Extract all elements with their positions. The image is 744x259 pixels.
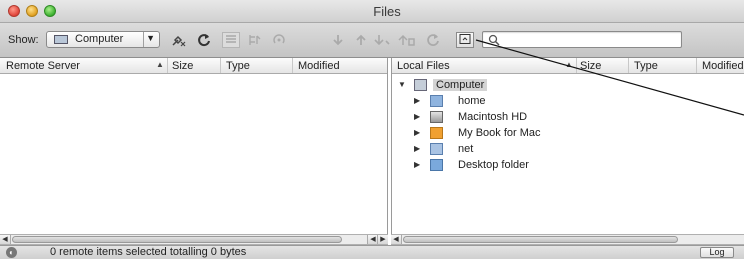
column-modified[interactable]: Modified <box>702 60 744 72</box>
tree-row-my-book[interactable]: ▶ My Book for Mac <box>392 126 744 142</box>
disclosure-closed-icon[interactable]: ▶ <box>414 144 420 153</box>
refresh-icon[interactable] <box>195 32 213 48</box>
sidebar-toggle-icon[interactable] <box>456 32 474 48</box>
remote-column-header: Remote Server ▲ Size Type Modified <box>0 58 387 74</box>
select-divider <box>143 32 144 47</box>
network-drive-icon <box>430 143 443 155</box>
tree-item-label: home <box>458 95 486 107</box>
remote-horizontal-scrollbar[interactable]: ◀ ◀ ▶ <box>0 234 388 245</box>
window-titlebar: Files <box>0 0 744 23</box>
disclosure-closed-icon[interactable]: ▶ <box>414 160 420 169</box>
external-drive-icon <box>430 127 443 139</box>
computer-icon <box>54 35 68 44</box>
tree-item-label: Macintosh HD <box>458 111 528 123</box>
show-label: Show: <box>8 34 39 46</box>
sort-ascending-icon: ▲ <box>156 60 164 69</box>
upload-from-icon[interactable] <box>398 32 416 48</box>
download-icon[interactable] <box>329 32 347 48</box>
local-horizontal-scrollbar[interactable]: ◀ <box>391 234 744 245</box>
tree-item-label: Desktop folder <box>458 159 529 171</box>
disclosure-closed-icon[interactable]: ▶ <box>414 112 420 121</box>
location-select-value: Computer <box>75 33 124 45</box>
search-input[interactable] <box>482 31 682 48</box>
column-local-files[interactable]: Local Files <box>397 60 450 72</box>
tree-item-label: Computer <box>433 79 488 91</box>
column-modified[interactable]: Modified <box>298 60 340 72</box>
local-column-header: Local Files ▲ Size Type Modified <box>392 58 744 74</box>
disclosure-closed-icon[interactable]: ▶ <box>414 128 420 137</box>
status-text: 0 remote items selected totalling 0 byte… <box>50 246 247 258</box>
sync-icon[interactable] <box>424 32 442 48</box>
home-folder-icon <box>430 95 443 107</box>
scroll-thumb[interactable] <box>403 236 678 243</box>
upload-icon[interactable] <box>352 32 370 48</box>
column-remote-server[interactable]: Remote Server <box>6 60 80 72</box>
window-title: Files <box>373 4 401 19</box>
toolbar: Show: Computer ▼ <box>0 23 744 58</box>
remote-file-pane[interactable]: Remote Server ▲ Size Type Modified <box>0 58 388 234</box>
sort-ascending-icon: ▲ <box>565 60 573 69</box>
hard-drive-icon <box>430 111 443 123</box>
chevron-down-icon: ▼ <box>146 33 155 43</box>
activity-icon: ◐ <box>6 247 17 258</box>
scroll-left-arrow-icon[interactable]: ◀ <box>0 235 11 244</box>
scroll-right-arrow-icon[interactable]: ▶ <box>377 235 388 244</box>
tree-row-net[interactable]: ▶ net <box>392 142 744 158</box>
log-button[interactable]: Log <box>700 247 734 258</box>
local-file-pane[interactable]: Local Files ▲ Size Type Modified ▼ Compu… <box>391 58 744 234</box>
column-size[interactable]: Size <box>580 60 601 72</box>
scroll-left-arrow-icon[interactable]: ◀ <box>391 235 402 244</box>
tree-row-home[interactable]: ▶ home <box>392 94 744 110</box>
tree-row-macintosh-hd[interactable]: ▶ Macintosh HD <box>392 110 744 126</box>
tree-row-desktop-folder[interactable]: ▶ Desktop folder <box>392 158 744 174</box>
download-to-icon[interactable] <box>373 32 391 48</box>
tree-row-computer[interactable]: ▼ Computer <box>392 78 744 94</box>
disclosure-open-icon[interactable]: ▼ <box>398 80 406 89</box>
computer-icon <box>414 79 427 91</box>
column-size[interactable]: Size <box>172 60 193 72</box>
column-type[interactable]: Type <box>226 60 250 72</box>
status-bar: ◐ 0 remote items selected totalling 0 by… <box>0 245 744 259</box>
column-type[interactable]: Type <box>634 60 658 72</box>
folder-icon <box>430 159 443 171</box>
search-icon <box>488 34 500 46</box>
info-icon[interactable] <box>246 32 264 48</box>
tree-item-label: My Book for Mac <box>458 127 541 139</box>
location-select[interactable]: Computer ▼ <box>46 31 160 48</box>
scroll-thumb[interactable] <box>12 236 342 243</box>
list-view-icon[interactable] <box>222 32 240 48</box>
disclosure-closed-icon[interactable]: ▶ <box>414 96 420 105</box>
tree-item-label: net <box>458 143 474 155</box>
disconnect-icon[interactable] <box>170 32 188 48</box>
folder-sync-icon[interactable] <box>270 32 288 48</box>
